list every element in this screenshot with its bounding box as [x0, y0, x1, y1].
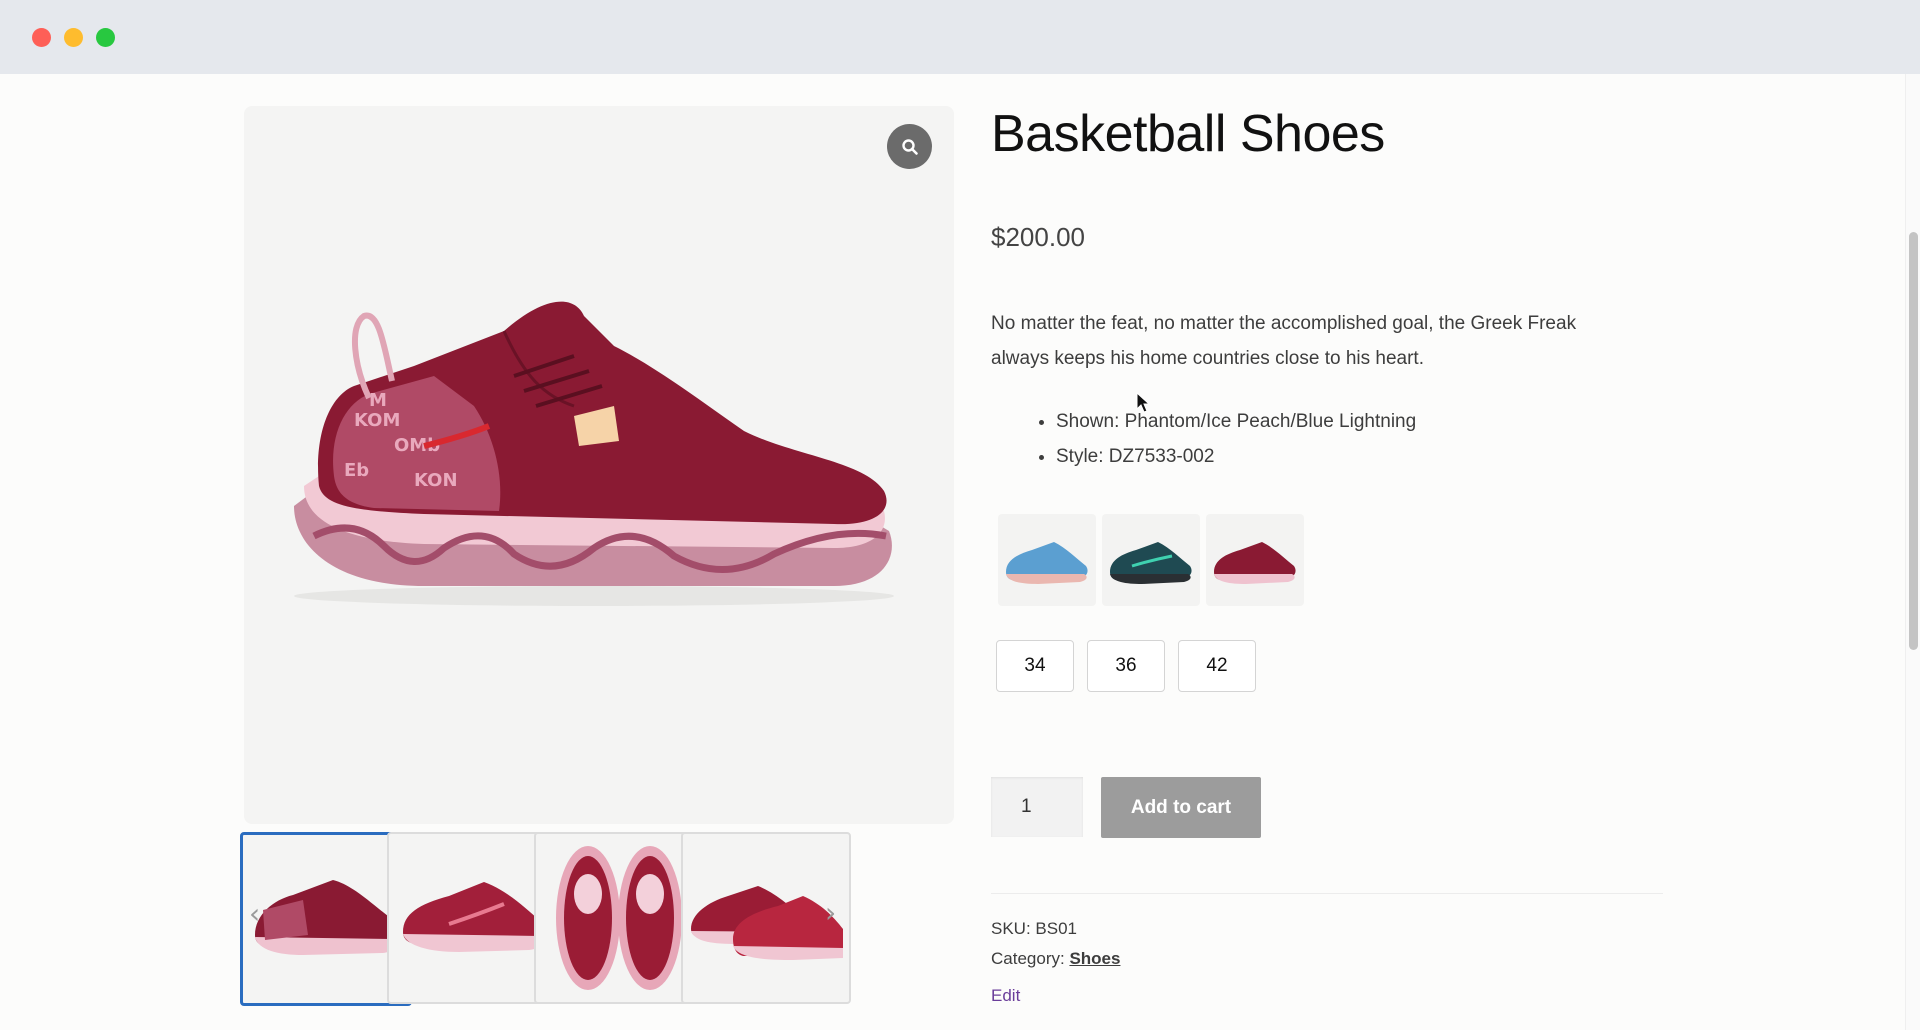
quantity-input[interactable]	[991, 777, 1083, 837]
window-titlebar	[0, 0, 1920, 74]
edit-link[interactable]: Edit	[991, 986, 1020, 1006]
next-arrow-icon[interactable]: ›	[825, 898, 843, 928]
svg-text:KON: KON	[414, 470, 458, 491]
product-price: $200.00	[991, 222, 1085, 252]
product-sku: SKU: BS01	[991, 919, 1077, 939]
mouse-cursor-icon	[1136, 392, 1150, 413]
page-scrollbar[interactable]	[1905, 74, 1920, 1030]
sku-value: BS01	[1035, 919, 1078, 938]
divider	[991, 893, 1663, 894]
add-to-cart-button[interactable]: Add to cart	[1101, 777, 1261, 838]
previous-arrow-icon[interactable]: ‹	[249, 899, 267, 929]
size-option-42[interactable]: 42	[1178, 640, 1256, 692]
magnifier-icon	[901, 138, 918, 155]
blue-shoe-icon	[1006, 542, 1088, 584]
svg-text:KOM: KOM	[354, 410, 400, 431]
svg-text:M: M	[369, 390, 387, 411]
size-option-36[interactable]: 36	[1087, 640, 1165, 692]
spec-item-shown: Shown: Phantom/Ice Peach/Blue Lightning	[1056, 404, 1416, 439]
shoe-thumbnail-image	[255, 880, 399, 955]
product-category: Category: Shoes	[991, 949, 1120, 969]
product-title: Basketball Shoes	[991, 105, 1385, 163]
minimize-window-button[interactable]	[64, 28, 83, 47]
swatch-red-shoe[interactable]	[1206, 514, 1304, 606]
product-main-image[interactable]: KOM OMb Eb KON M	[244, 106, 954, 824]
gallery-thumbnails: ‹ ›	[240, 832, 952, 1006]
shoe-thumbnail-image	[403, 882, 545, 952]
zoom-button[interactable]	[887, 124, 932, 169]
teal-shoe-icon	[1110, 542, 1192, 584]
category-link[interactable]: Shoes	[1069, 949, 1120, 968]
scrollbar-thumb[interactable]	[1909, 232, 1918, 650]
category-label: Category:	[991, 949, 1065, 968]
thumbnail-3[interactable]	[534, 832, 704, 1004]
close-window-button[interactable]	[32, 28, 51, 47]
shoe-thumbnail-image	[556, 846, 682, 990]
swatch-teal-shoe[interactable]	[1102, 514, 1200, 606]
red-shoe-icon	[1214, 542, 1296, 584]
product-specs-list: Shown: Phantom/Ice Peach/Blue Lightning …	[1020, 404, 1416, 474]
product-description: No matter the feat, no matter the accomp…	[991, 313, 1577, 369]
size-option-34[interactable]: 34	[996, 640, 1074, 692]
spec-item-style: Style: DZ7533-002	[1056, 439, 1416, 474]
svg-text:Eb: Eb	[344, 460, 369, 481]
thumbnail-2[interactable]	[387, 832, 557, 1004]
shoe-illustration: KOMOMbEb KONM	[294, 301, 894, 606]
product-page: KOM OMb Eb KON M ‹ › Basketball Shoes $2…	[0, 74, 1920, 1030]
swatch-blue-shoe[interactable]	[998, 514, 1096, 606]
sku-label: SKU:	[991, 919, 1031, 938]
thumbnail-4[interactable]: ›	[681, 832, 851, 1004]
maximize-window-button[interactable]	[96, 28, 115, 47]
